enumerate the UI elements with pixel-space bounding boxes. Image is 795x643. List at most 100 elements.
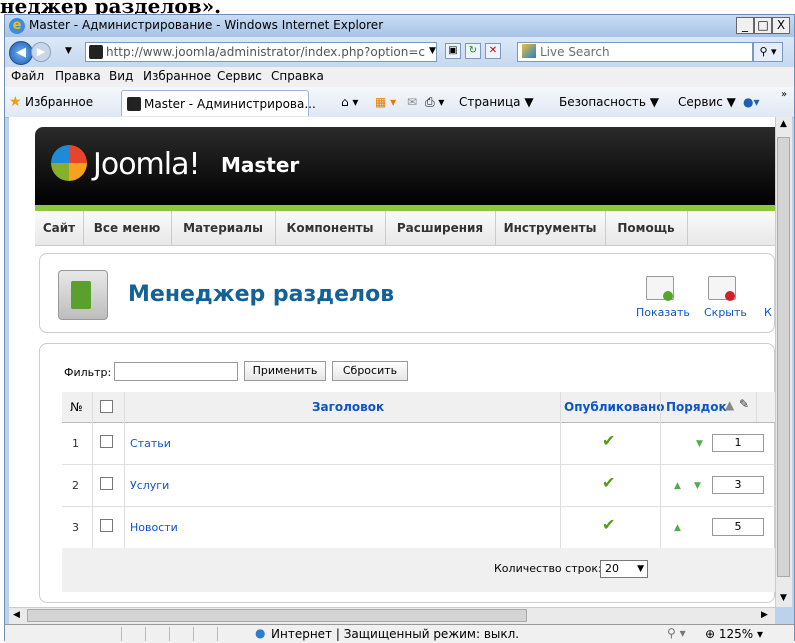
- menu-help[interactable]: Справка: [271, 69, 324, 83]
- row-title-link[interactable]: Новости: [130, 521, 178, 534]
- tab-favicon-icon: [127, 97, 141, 111]
- row-number: 2: [72, 479, 79, 492]
- move-down-icon[interactable]: ▼: [696, 439, 703, 449]
- order-input[interactable]: 5: [712, 518, 764, 536]
- scroll-right-icon[interactable]: ▶: [761, 610, 768, 620]
- browser-window: e Master - Администрирование - Windows I…: [4, 14, 795, 643]
- forward-arrow-icon[interactable]: ▶: [31, 42, 51, 62]
- feeds-icon[interactable]: ▦ ▾: [375, 95, 396, 109]
- zoom-level[interactable]: ⊕ 125% ▾: [705, 627, 763, 641]
- table-row: 2 Услуги ✔ ▲ ▼ 3: [62, 464, 775, 507]
- menu-all-menus[interactable]: Все меню: [83, 211, 172, 245]
- site-favicon-icon: [89, 45, 103, 59]
- reset-filter-button[interactable]: Сбросить: [332, 361, 408, 381]
- admin-main-menu: Сайт Все меню Материалы Компоненты Расши…: [35, 211, 775, 246]
- page-title: Менеджер разделов: [128, 282, 395, 307]
- order-input[interactable]: 1: [712, 434, 764, 452]
- publish-icon[interactable]: [646, 276, 674, 301]
- row-number: 1: [72, 437, 79, 450]
- row-title-link[interactable]: Услуги: [130, 479, 169, 492]
- security-menu[interactable]: Безопасность ▼: [559, 95, 659, 109]
- chevron-down-icon: ▼: [637, 564, 644, 574]
- live-search-icon: [522, 44, 536, 58]
- sections-list-panel: Фильтр: Применить Сбросить № Заголовок О…: [39, 343, 775, 603]
- menu-favorites[interactable]: Избранное: [143, 69, 211, 83]
- column-title[interactable]: Заголовок: [312, 400, 384, 414]
- url-input[interactable]: http://www.joomla/administrator/index.ph…: [85, 42, 437, 62]
- tab-master[interactable]: Master - Администрирова...: [121, 90, 316, 116]
- mail-icon[interactable]: ✉: [407, 95, 417, 109]
- maximize-button[interactable]: □: [754, 17, 772, 34]
- scroll-up-icon[interactable]: ▲: [780, 119, 787, 129]
- move-up-icon[interactable]: ▲: [674, 481, 681, 491]
- favorites-button[interactable]: Избранное: [25, 95, 93, 109]
- menu-extensions[interactable]: Расширения: [385, 211, 496, 245]
- menu-help[interactable]: Помощь: [605, 211, 688, 245]
- published-check-icon[interactable]: ✔: [602, 473, 615, 492]
- page-menu[interactable]: Страница ▼: [459, 95, 534, 109]
- published-check-icon[interactable]: ✔: [602, 431, 615, 450]
- unpublish-icon[interactable]: [708, 276, 736, 301]
- menu-file[interactable]: Файл: [11, 69, 44, 83]
- rows-count-value: 20: [605, 562, 619, 575]
- minimize-button[interactable]: _: [736, 17, 754, 34]
- favorites-bar: ★ Избранное Master - Администрирова... ⌂…: [5, 87, 794, 118]
- horizontal-scrollbar[interactable]: ◀ ▶: [9, 607, 775, 624]
- apply-filter-button[interactable]: Применить: [244, 361, 326, 381]
- menu-tools[interactable]: Инструменты: [495, 211, 606, 245]
- row-checkbox[interactable]: [100, 435, 113, 448]
- unpublish-button[interactable]: Скрыть: [704, 306, 747, 319]
- url-dropdown-icon[interactable]: ▼: [429, 46, 436, 56]
- row-checkbox[interactable]: [100, 519, 113, 532]
- search-button[interactable]: ⚲ ▾: [753, 42, 783, 62]
- table-header: № Заголовок Опубликовано Порядок ▲ ✎: [62, 392, 775, 423]
- column-order[interactable]: Порядок: [666, 400, 727, 414]
- column-published[interactable]: Опубликовано: [564, 400, 665, 414]
- zoom-value: 125%: [718, 627, 754, 641]
- compatibility-icon[interactable]: ▣: [445, 43, 461, 59]
- menu-edit[interactable]: Правка: [55, 69, 101, 83]
- move-up-icon[interactable]: ▲: [674, 523, 681, 533]
- horizontal-scroll-thumb[interactable]: [27, 609, 527, 622]
- menu-components[interactable]: Компоненты: [275, 211, 386, 245]
- internet-globe-icon: ●: [255, 626, 266, 640]
- publish-button[interactable]: Показать: [636, 306, 690, 319]
- move-down-icon[interactable]: ▼: [694, 481, 701, 491]
- scroll-down-icon[interactable]: ▼: [780, 593, 787, 603]
- published-check-icon[interactable]: ✔: [602, 515, 615, 534]
- row-checkbox[interactable]: [100, 477, 113, 490]
- column-number: №: [70, 400, 83, 414]
- scroll-left-icon[interactable]: ◀: [13, 610, 20, 620]
- protected-mode-icon[interactable]: ⚲ ▾: [667, 626, 686, 640]
- help-icon[interactable]: ●▾: [743, 95, 760, 109]
- history-dropdown-icon[interactable]: ▼: [65, 46, 72, 56]
- close-button[interactable]: X: [772, 17, 790, 34]
- menu-content[interactable]: Материалы: [171, 211, 276, 245]
- tools-menu[interactable]: Сервис ▼: [678, 95, 736, 109]
- vertical-scrollbar[interactable]: ▲ ▼: [775, 117, 792, 607]
- menu-view[interactable]: Вид: [109, 69, 133, 83]
- menu-tools[interactable]: Сервис: [217, 69, 262, 83]
- print-icon[interactable]: ⎙ ▾: [425, 95, 444, 110]
- unpublish-badge-icon: [725, 291, 735, 301]
- joomla-header: Joomla! Master: [35, 127, 775, 205]
- vertical-scroll-thumb[interactable]: [777, 137, 790, 577]
- stop-icon[interactable]: ✕: [485, 43, 501, 59]
- title-bar: e Master - Администрирование - Windows I…: [5, 15, 794, 37]
- menu-site[interactable]: Сайт: [35, 211, 84, 245]
- refresh-icon[interactable]: ↻: [465, 43, 481, 59]
- joomla-logo-icon: [51, 145, 87, 181]
- back-arrow-icon[interactable]: ◀: [9, 41, 33, 65]
- favorites-star-icon[interactable]: ★: [9, 94, 22, 110]
- select-all-checkbox[interactable]: [100, 400, 113, 413]
- page-toolbar: Менеджер разделов Показать Скрыть К: [39, 253, 775, 333]
- rows-count-select[interactable]: 20 ▼: [600, 560, 648, 578]
- chevron-more-icon[interactable]: »: [781, 89, 787, 100]
- more-button-partial[interactable]: К: [764, 306, 772, 319]
- home-icon[interactable]: ⌂ ▾: [341, 95, 358, 109]
- search-input[interactable]: Live Search: [517, 42, 753, 62]
- save-order-icon[interactable]: ✎: [739, 397, 749, 411]
- filter-input[interactable]: [114, 362, 238, 381]
- order-input[interactable]: 3: [712, 476, 764, 494]
- row-title-link[interactable]: Статьи: [130, 437, 171, 450]
